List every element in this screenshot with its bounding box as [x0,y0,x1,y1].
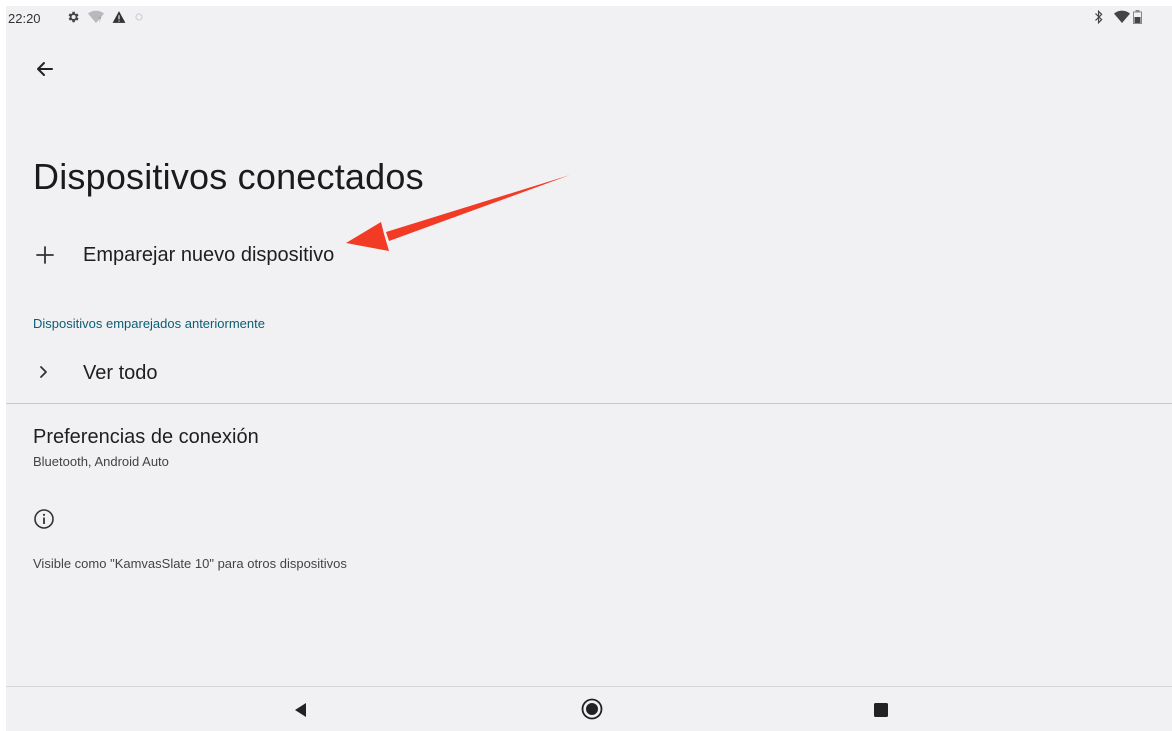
battery-icon [1133,10,1142,24]
connection-preferences-subtitle: Bluetooth, Android Auto [33,454,169,469]
pair-new-device-label: Emparejar nuevo dispositivo [83,244,335,266]
arrow-back-icon [37,62,53,76]
gear-icon [68,11,79,23]
visible-as-text: Visible como "KamvasSlate 10" para otros… [33,556,347,571]
plus-icon [36,246,54,264]
dim-icon [135,13,143,21]
back-button[interactable] [30,54,60,84]
home-circle-icon [581,698,603,720]
screen: 22:20 ? Dispositivos conectados Empareja… [6,6,1172,731]
page-title: Dispositivos conectados [33,156,424,197]
info-icon [34,509,54,529]
navigation-bar [6,686,1172,731]
wifi-question-icon: ? [88,10,104,24]
pair-new-device-item[interactable]: Emparejar nuevo dispositivo [6,236,1172,276]
nav-home-button[interactable] [562,687,622,731]
wifi-icon [1114,10,1130,23]
nav-recents-button[interactable] [851,687,911,731]
divider [6,403,1172,404]
chevron-right-icon [40,366,47,378]
nav-back-button[interactable] [271,687,331,731]
see-all-label: Ver todo [83,362,158,384]
warning-icon [112,11,126,23]
bluetooth-icon [1095,10,1103,24]
back-triangle-icon [295,703,306,717]
see-all-item[interactable]: Ver todo [6,354,1172,394]
svg-text:?: ? [98,18,102,24]
status-time: 22:20 [8,11,41,26]
connection-preferences-title: Preferencias de conexión [33,426,259,448]
recents-square-icon [874,703,888,717]
section-header-previously-paired: Dispositivos emparejados anteriormente [33,316,265,331]
status-bar: 22:20 ? [6,6,1172,32]
annotation-arrow [346,175,570,251]
